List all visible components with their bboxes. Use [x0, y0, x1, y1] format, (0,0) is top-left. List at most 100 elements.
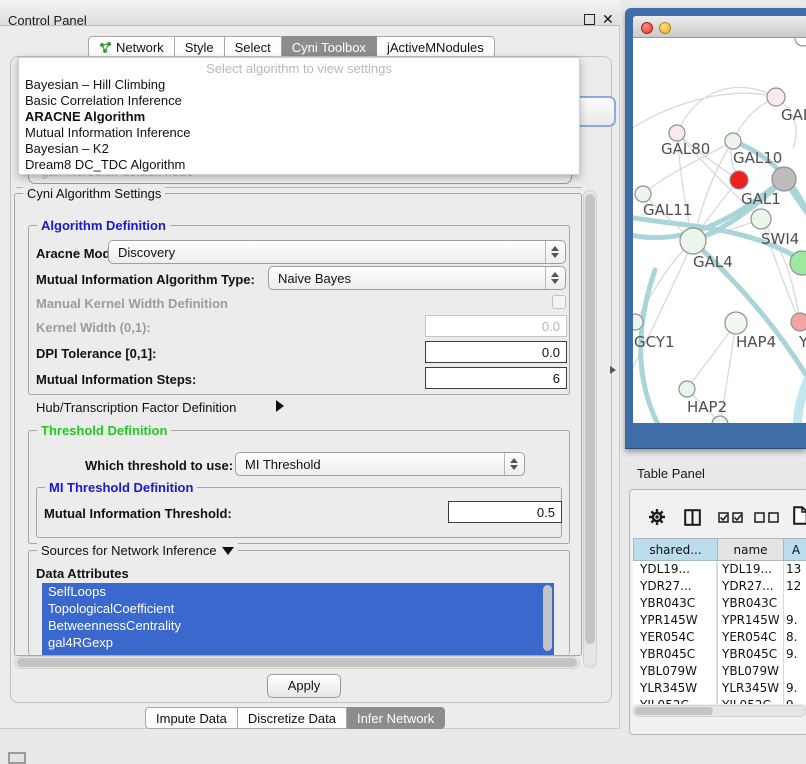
cell-value: 13 — [786, 561, 806, 578]
apply-button[interactable]: Apply — [267, 674, 341, 698]
algorithm-option-dream8-dc-tdc-algorithm[interactable]: Dream8 DC_TDC Algorithm — [23, 157, 575, 173]
mi-steps-field[interactable]: 6 — [425, 367, 567, 389]
cell-value: 9. — [786, 612, 806, 629]
table-row[interactable]: YBR043CYBR043C — [633, 595, 806, 612]
algorithm-option-aracne-algorithm[interactable]: ARACNE Algorithm — [23, 109, 575, 125]
tab-label: jActiveMNodules — [387, 40, 484, 55]
tab-label: Impute Data — [156, 711, 227, 726]
table-row[interactable]: YBR045CYBR045C9. — [633, 646, 806, 663]
network-edge[interactable] — [633, 93, 776, 133]
column-header-a[interactable]: A — [783, 538, 806, 561]
mi-type-combo[interactable]: Naive Bayes — [268, 266, 566, 290]
network-view[interactable]: GALGAL80GAL10GAL11GAL1SWI4GAL4GCY1HAP4YH… — [633, 38, 806, 423]
split-columns-icon[interactable] — [684, 509, 701, 526]
node-gal80[interactable] — [669, 125, 685, 141]
node-salmon[interactable] — [791, 313, 806, 331]
table-row[interactable]: YER054CYER054C8. — [633, 629, 806, 646]
algorithm-option-mutual-information-inference[interactable]: Mutual Information Inference — [23, 125, 575, 141]
cell-shared-name: YBL079W — [640, 663, 717, 680]
table-row[interactable]: YIL052CYIL052C9. — [633, 697, 806, 704]
hide-columns-icon[interactable] — [754, 512, 780, 523]
tab-discretize-data[interactable]: Discretize Data — [238, 707, 347, 729]
data-attribute-item[interactable]: BetweennessCentrality — [42, 617, 554, 634]
tab-impute-data[interactable]: Impute Data — [145, 707, 238, 729]
column-header-name[interactable]: name — [717, 538, 784, 561]
focused-combo-fragment[interactable] — [574, 96, 616, 127]
mi-threshold-field[interactable]: 0.5 — [448, 501, 562, 523]
attributes-scrollbar-thumb[interactable] — [543, 585, 552, 651]
zoom-traffic-icon[interactable] — [677, 22, 689, 34]
data-attribute-item[interactable]: gal4RGexp — [42, 634, 554, 651]
control-panel-tabbar: NetworkStyleSelect Cyni Toolbox jActiveMNo… — [88, 36, 495, 58]
cell-value: 12 — [786, 578, 806, 595]
new-table-icon[interactable] — [793, 506, 806, 525]
node-gcy1[interactable] — [633, 314, 643, 330]
node-top-partial[interactable] — [795, 38, 806, 46]
kernel-width-field[interactable]: 0.0 — [425, 315, 567, 337]
float-window-icon[interactable] — [584, 14, 595, 25]
network-node-label-hap4: HAP4 — [736, 333, 776, 351]
threshold-definition-title: Threshold Definition — [37, 423, 171, 438]
gear-icon[interactable] — [648, 508, 666, 526]
tab-label: Cyni Toolbox — [292, 40, 366, 55]
table-row[interactable]: YPR145WYPR145W9. — [633, 612, 806, 629]
data-attribute-item[interactable]: TopologicalCoefficient — [42, 600, 554, 617]
mi-threshold-label: Mutual Information Threshold: — [44, 506, 232, 521]
combo-stepper-icon — [545, 241, 565, 263]
tab-cyni-toolbox[interactable]: Cyni Toolbox — [282, 36, 377, 58]
network-node-label-y: Y — [798, 333, 806, 351]
collapse-down-icon[interactable] — [222, 547, 234, 555]
column-separator — [783, 561, 784, 704]
cell-shared-name: YBR045C — [640, 646, 717, 663]
minimize-traffic-icon[interactable] — [659, 22, 671, 34]
table-hscrollbar-thumb[interactable] — [635, 707, 713, 715]
expand-right-icon[interactable] — [276, 400, 284, 412]
manual-kernel-checkbox[interactable] — [552, 295, 566, 309]
algorithm-option-basic-correlation-inference[interactable]: Basic Correlation Inference — [23, 93, 575, 109]
table-row[interactable]: YDR27...YDR27...12 — [633, 578, 806, 595]
network-node-label-gal11: GAL11 — [643, 201, 692, 219]
column-header-shared[interactable]: shared... — [633, 538, 718, 561]
splitter-arrow-icon[interactable] — [610, 366, 616, 374]
table-row[interactable]: YBL079W YBL079W — [633, 663, 806, 680]
show-columns-icon[interactable] — [718, 512, 744, 523]
tab-jactivemnodules[interactable]: jActiveMNodules — [377, 36, 495, 58]
cell-name: YBL079W — [722, 663, 782, 680]
close-icon[interactable]: ✕ — [602, 11, 614, 28]
node-gal1[interactable] — [751, 209, 771, 229]
node-hap2[interactable] — [679, 381, 695, 397]
corner-widget — [8, 752, 26, 764]
close-traffic-icon[interactable] — [641, 22, 653, 34]
network-edge[interactable] — [687, 323, 736, 389]
table-row[interactable]: YDL19...YDL19...13 — [633, 561, 806, 578]
data-attributes-list[interactable]: SelfLoopsTopologicalCoefficientBetweenne… — [42, 583, 554, 655]
which-threshold-combo[interactable]: MI Threshold — [235, 452, 525, 476]
cell-value: 9. — [786, 680, 806, 697]
network-node-label-hap2: HAP2 — [687, 398, 727, 416]
settings-vscrollbar-thumb[interactable] — [585, 194, 595, 644]
node-gal-top[interactable] — [767, 88, 785, 106]
node-gal4[interactable] — [680, 228, 706, 254]
dpi-tolerance-field[interactable]: 0.0 — [425, 341, 567, 363]
tab-select[interactable]: Select — [225, 36, 282, 58]
aracne-mode-combo[interactable]: Discovery — [108, 240, 566, 264]
algorithm-option-bayesian-k2[interactable]: Bayesian – K2 — [23, 141, 575, 157]
tab-network[interactable]: Network — [88, 36, 175, 58]
node-hap4[interactable] — [725, 312, 747, 334]
tab-style[interactable]: Style — [175, 36, 225, 58]
data-attribute-item[interactable]: SelfLoops — [42, 583, 554, 600]
algorithm-option-bayesian-hill-climbing[interactable]: Bayesian – Hill Climbing — [23, 77, 575, 93]
sources-title-row: Sources for Network Inference — [37, 543, 238, 558]
cell-name: YPR145W — [722, 612, 782, 629]
table-row[interactable]: YLR345WYLR345W9. — [633, 680, 806, 697]
node-gal10[interactable] — [725, 133, 741, 149]
settings-hscrollbar-thumb[interactable] — [17, 658, 577, 667]
node-gray[interactable] — [772, 167, 796, 191]
node-red[interactable] — [730, 171, 748, 189]
algorithm-options-list: Bayesian – Hill ClimbingBasic Correlatio… — [23, 77, 575, 173]
sources-title: Sources for Network Inference — [41, 543, 217, 558]
dpi-tolerance-label: DPI Tolerance [0,1]: — [36, 346, 156, 361]
bottom-tabbar: Impute Data Discretize DataInfer Network — [145, 707, 445, 729]
node-gal11[interactable] — [635, 186, 651, 202]
tab-infer-network[interactable]: Infer Network — [347, 707, 445, 729]
